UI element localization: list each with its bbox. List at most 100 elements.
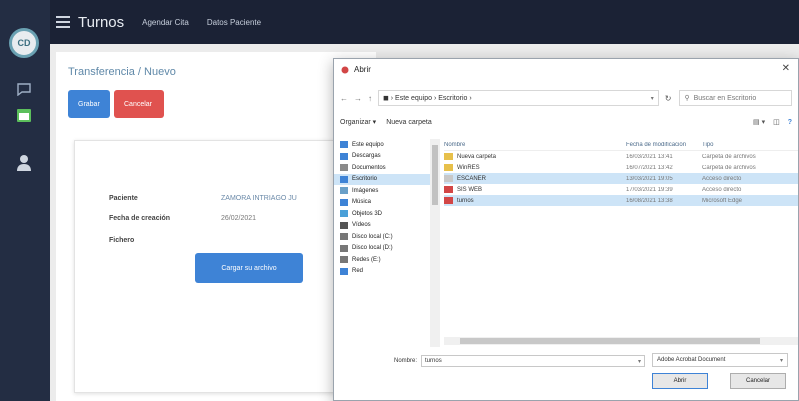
dialog-title-text: Abrir (354, 65, 371, 74)
user-icon[interactable] (13, 152, 35, 174)
file-date: 16/03/2021 13:41 (626, 153, 673, 160)
tree-item[interactable]: Música (334, 197, 440, 209)
tree-item[interactable]: Objetos 3D (334, 208, 440, 220)
chevron-down-icon[interactable]: ▾ (651, 95, 654, 102)
filename-input[interactable]: turnos ▾ (421, 355, 646, 367)
tree-scrollbar[interactable] (430, 139, 440, 347)
tree-item[interactable]: Imágenes (334, 185, 440, 197)
search-placeholder: Buscar en Escritorio (693, 94, 757, 102)
file-name-cell: turnos (444, 197, 626, 204)
folder-icon (340, 256, 348, 264)
file-row[interactable]: turnos 16/08/2021 13:38 Microsoft Edge (444, 195, 798, 206)
navigation-tree: Este equipo Descargas Documentos Escritorio… (334, 139, 440, 347)
column-type[interactable]: Tipo (702, 142, 798, 148)
filename-label: Nombre: (394, 358, 418, 364)
file-type: Acceso directo (702, 186, 742, 193)
search-input[interactable]: ⚲ Buscar en Escritorio (679, 90, 792, 106)
chat-icon[interactable] (13, 78, 35, 100)
file-icon (444, 175, 453, 182)
file-row[interactable]: ESCANER 13/03/2021 19:05 Acceso directo (444, 173, 798, 184)
tree-item[interactable]: Redes (E:) (334, 254, 440, 266)
file-list-scrollbar-thumb[interactable] (460, 338, 760, 344)
tree-item[interactable]: Disco local (D:) (334, 243, 440, 255)
view-options-icon[interactable]: ▤ ▾ (753, 118, 765, 126)
file-row[interactable]: WinRES 16/07/2021 13:42 Carpeta de archivo… (444, 162, 798, 173)
file-type: Carpeta de archivos (702, 153, 756, 160)
tree-item[interactable]: Vídeos (334, 220, 440, 232)
file-row[interactable]: SIS WEB 17/03/2021 19:39 Acceso directo (444, 184, 798, 195)
nav-datos-paciente[interactable]: Datos Paciente (207, 18, 261, 27)
tree-item-label: Objetos 3D (352, 210, 383, 217)
chevron-down-icon[interactable]: ▾ (780, 357, 783, 364)
filename-value: turnos (425, 358, 442, 364)
cancel-button[interactable]: Cancelar (114, 90, 164, 118)
tree-item[interactable]: Documentos (334, 162, 440, 174)
tree-item-label: Red (352, 268, 364, 275)
side-rail: CD (0, 0, 50, 401)
help-icon[interactable]: ? (788, 119, 792, 126)
tree-item[interactable]: Este equipo (334, 139, 440, 151)
tree-item-label: Disco local (D:) (352, 245, 393, 252)
file-date: 16/08/2021 13:38 (626, 197, 673, 204)
tree-item[interactable]: Descargas (334, 151, 440, 163)
file-name-cell: WinRES (444, 164, 626, 171)
file-icon (444, 164, 453, 171)
app-logo[interactable]: CD (9, 28, 39, 58)
forward-icon[interactable]: → (354, 94, 362, 103)
file-name: Nueva carpeta (457, 153, 497, 160)
app-title: Turnos (78, 13, 125, 31)
file-date: 13/03/2021 19:05 (626, 175, 673, 182)
filetype-select[interactable]: Adobe Acrobat Document ▾ (652, 353, 788, 367)
files-label: Fichero (109, 237, 135, 244)
filetype-value: Adobe Acrobat Document (657, 357, 726, 363)
folder-icon (340, 164, 348, 172)
file-name-cell: SIS WEB (444, 186, 626, 193)
chrome-icon (341, 66, 349, 73)
open-button[interactable]: Abrir (652, 373, 708, 389)
tree-item[interactable]: Red (334, 266, 440, 278)
file-row[interactable]: Nueva carpeta 16/03/2021 13:41 Carpeta de … (444, 151, 798, 162)
tree-item-label: Documentos (352, 164, 386, 171)
folder-icon (340, 233, 348, 241)
save-button[interactable]: Grabar (68, 90, 110, 118)
folder-icon (340, 141, 348, 149)
tree-item[interactable]: Escritorio (334, 173, 440, 185)
file-date: 16/07/2021 13:42 (626, 164, 673, 171)
file-rows: Nueva carpeta 16/03/2021 13:41 Carpeta de … (444, 151, 798, 206)
open-file-dialog: Abrir ✕ ← → ↑ ◼ › Este equipo › Escritor… (333, 58, 799, 401)
folder-icon (340, 221, 348, 229)
nav-agendar-cita[interactable]: Agendar Cita (142, 18, 189, 27)
file-icon (444, 197, 453, 204)
menu-icon[interactable] (56, 16, 70, 28)
up-icon[interactable]: ↑ (368, 94, 372, 103)
calendar-icon[interactable] (13, 104, 35, 126)
tree-item[interactable]: Disco local (C:) (334, 231, 440, 243)
chevron-down-icon[interactable]: ▾ (638, 358, 641, 365)
folder-icon (340, 152, 348, 160)
tree-item-label: Descargas (352, 153, 381, 160)
close-icon[interactable]: ✕ (782, 63, 790, 74)
address-bar[interactable]: ◼ › Este equipo › Escritorio › ▾ (378, 90, 659, 106)
file-name-cell: Nueva carpeta (444, 153, 626, 160)
tree-scrollbar-thumb[interactable] (432, 145, 438, 205)
file-name: ESCANER (457, 175, 487, 182)
address-path: ◼ › Este equipo › Escritorio › (383, 95, 472, 102)
preview-pane-icon[interactable]: ◫ (773, 118, 780, 126)
file-list-scrollbar[interactable] (444, 337, 798, 345)
breadcrumb: Transferencia / Nuevo (68, 66, 176, 78)
column-name[interactable]: Nombre (444, 142, 626, 148)
dialog-cancel-button[interactable]: Cancelar (730, 373, 786, 389)
address-row: ← → ↑ ◼ › Este equipo › Escritorio › ▾ ↻… (340, 89, 792, 107)
refresh-icon[interactable]: ↻ (665, 94, 672, 103)
tree-item-label: Redes (E:) (352, 256, 381, 263)
app-window: CD Turnos Agendar Cita Datos Paciente Tr… (0, 0, 799, 401)
upload-button[interactable]: Cargar su archivo (195, 253, 303, 283)
column-date[interactable]: Fecha de modificación (626, 142, 702, 148)
organize-button[interactable]: Organizar ▾ (340, 118, 376, 126)
back-icon[interactable]: ← (340, 94, 348, 103)
tree-item-label: Escritorio (352, 176, 378, 183)
new-folder-button[interactable]: Nueva carpeta (386, 119, 432, 126)
file-name: SIS WEB (457, 186, 483, 193)
folder-icon (340, 210, 348, 218)
file-list: Nombre Fecha de modificación Tipo Nueva … (444, 139, 798, 339)
